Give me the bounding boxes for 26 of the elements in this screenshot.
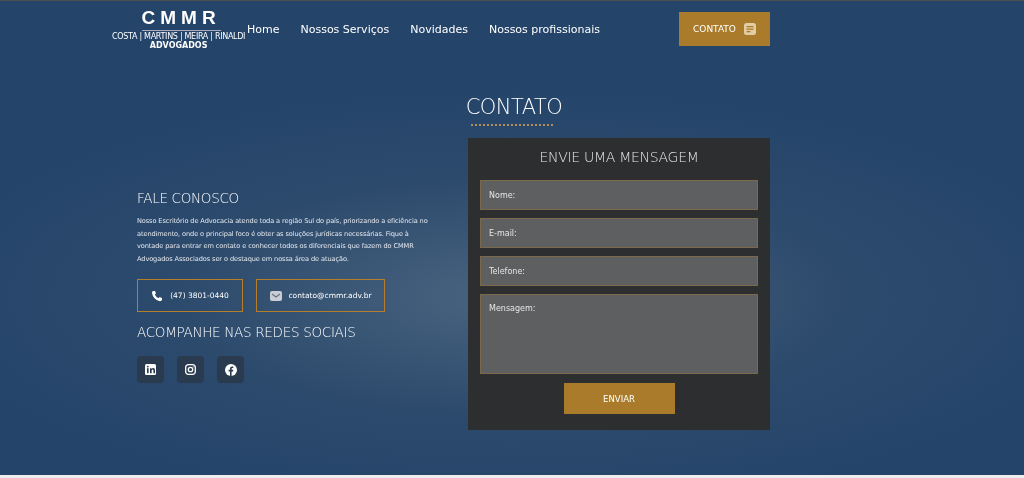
logo-wordmark[interactable]: CMMR bbox=[141, 8, 221, 31]
contact-button[interactable]: CONTATO bbox=[679, 12, 770, 46]
form-title: ENVIE UMA MENSAGEM bbox=[539, 149, 699, 165]
phone-icon bbox=[151, 289, 164, 302]
page-title: CONTATO bbox=[464, 95, 563, 119]
message-icon bbox=[743, 23, 756, 35]
social-button[interactable] bbox=[217, 356, 244, 383]
input-field[interactable]: Telefone: bbox=[480, 256, 758, 286]
nav-link[interactable]: Nossos profissionais bbox=[488, 22, 600, 36]
nav-link[interactable]: Nossos Serviços bbox=[300, 22, 390, 36]
logo-tagline: ADVOGADOS bbox=[149, 41, 208, 50]
send-button[interactable]: ENVIAR bbox=[563, 383, 675, 414]
linkedin-icon bbox=[145, 364, 156, 375]
input-field[interactable]: E-mail: bbox=[480, 218, 758, 248]
envelope-icon bbox=[269, 290, 282, 301]
nav-link[interactable]: Novidades bbox=[410, 22, 468, 36]
section-heading: ACOMPANHE NAS REDES SOCIAIS bbox=[137, 324, 357, 340]
nav-link[interactable]: Home bbox=[247, 22, 280, 36]
facebook-icon bbox=[224, 363, 237, 376]
section-heading: FALE CONOSCO bbox=[137, 190, 240, 206]
instagram-icon bbox=[185, 364, 196, 375]
social-button[interactable] bbox=[177, 356, 204, 383]
social-button[interactable] bbox=[137, 356, 164, 383]
message-field[interactable]: Mensagem: bbox=[480, 294, 758, 374]
logo-partners: COSTA | MARTINS | MEIRA | RINALDI bbox=[112, 32, 246, 41]
input-field[interactable]: Nome: bbox=[480, 180, 758, 210]
